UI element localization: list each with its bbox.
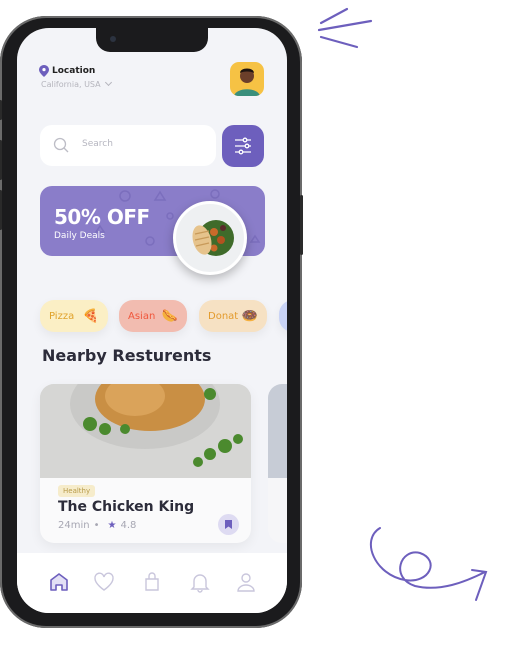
restaurant-name: The Chicken King — [58, 499, 195, 515]
healthy-tag: Healthy — [58, 485, 96, 497]
delivery-time: 24min — [58, 520, 90, 531]
donut-icon: 🍩 — [241, 308, 258, 324]
location-selector[interactable]: California, USA — [41, 78, 113, 89]
decorative-scribble-arrow — [369, 527, 488, 601]
bottom-nav — [17, 553, 287, 613]
decorative-scribble-top — [317, 7, 373, 49]
hotdog-icon: 🌭 — [161, 308, 178, 324]
banner-subtitle: Daily Deals — [54, 231, 105, 241]
volume-down-button — [0, 190, 2, 230]
bookmark-icon — [225, 520, 232, 529]
search-icon — [53, 137, 69, 153]
mute-switch — [0, 100, 2, 120]
category-asian[interactable]: Asian 🌭 — [119, 300, 187, 332]
search-input[interactable]: Search — [40, 125, 216, 166]
category-label: Pizza — [49, 310, 75, 322]
section-title: Nearby Resturents — [42, 346, 212, 365]
app-screen: Location California, USA Search 50% OFF … — [17, 28, 287, 613]
sliders-icon — [235, 137, 251, 155]
volume-up-button — [0, 140, 2, 180]
profile-icon[interactable] — [235, 571, 257, 593]
location-value: California, USA — [41, 80, 101, 89]
power-button — [300, 195, 303, 255]
roast-chicken-image — [40, 384, 251, 478]
chevron-down-icon — [105, 78, 113, 87]
restaurant-card-next[interactable] — [268, 384, 287, 543]
category-label: Asian — [128, 310, 156, 322]
rating: 4.8 — [120, 520, 137, 531]
star-icon: ★ — [107, 520, 117, 531]
banner-title: 50% OFF — [54, 205, 150, 229]
map-pin-icon — [39, 65, 49, 77]
category-pizza[interactable]: Pizza 🍕 — [40, 300, 108, 332]
category-label: Donat — [208, 310, 239, 322]
avatar[interactable] — [230, 62, 264, 96]
heart-icon[interactable] — [93, 571, 115, 593]
notch — [96, 28, 208, 52]
search-placeholder: Search — [82, 139, 113, 149]
separator: • — [93, 520, 100, 531]
filter-button[interactable] — [222, 125, 264, 167]
category-donat[interactable]: Donat 🍩 — [199, 300, 267, 332]
restaurant-meta: 24min • ★ 4.8 — [58, 520, 136, 531]
pizza-icon: 🍕 — [82, 308, 99, 324]
bookmark-button[interactable] — [218, 514, 239, 535]
bell-icon[interactable] — [189, 571, 211, 593]
home-icon[interactable] — [48, 571, 70, 593]
salad-plate-image — [173, 201, 247, 275]
shopping-bag-icon[interactable] — [141, 571, 163, 593]
restaurant-card[interactable]: Healthy The Chicken King 24min • ★ 4.8 — [40, 384, 251, 543]
location-label: Location — [52, 66, 96, 76]
category-more[interactable] — [279, 300, 287, 332]
